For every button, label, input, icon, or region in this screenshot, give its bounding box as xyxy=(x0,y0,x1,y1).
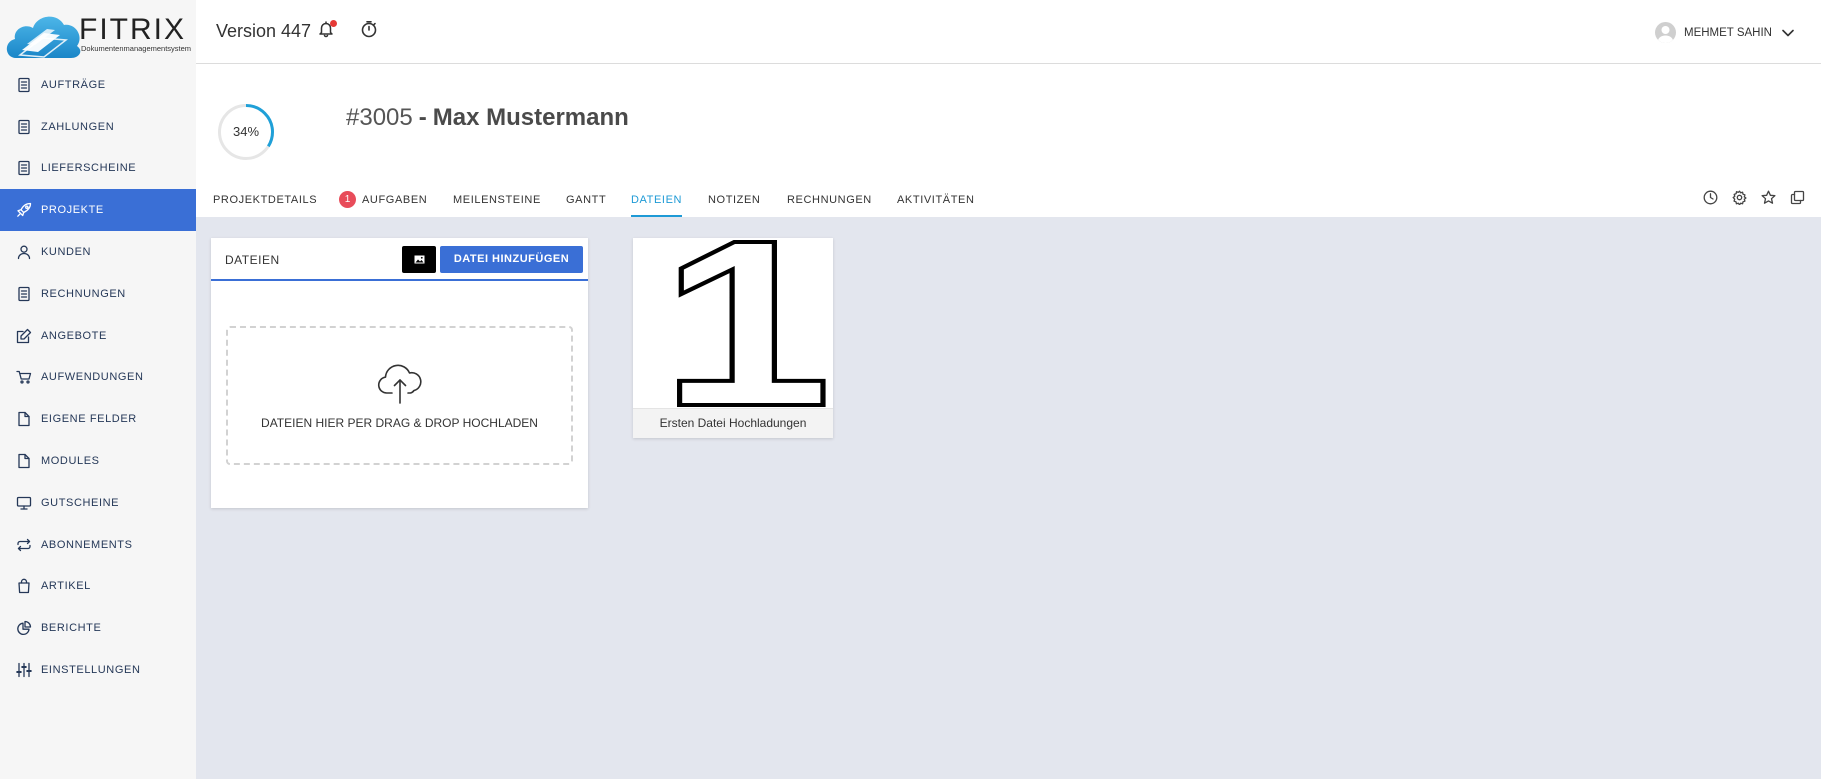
file-caption: Ersten Datei Hochladungen xyxy=(633,408,833,438)
tab-meilensteine[interactable]: MEILENSTEINE xyxy=(453,191,541,217)
sidebar-item-angebote[interactable]: ANGEBOTE xyxy=(0,315,196,357)
avatar xyxy=(1655,22,1676,43)
sidebar-item-label: AUFTRÄGE xyxy=(41,78,106,91)
tab-label: NOTIZEN xyxy=(708,194,761,206)
sidebar-item-label: KUNDEN xyxy=(41,246,92,259)
file-icon xyxy=(16,453,32,469)
user-menu[interactable]: MEHMET SAHIN xyxy=(1655,22,1794,43)
shopping-bag-icon xyxy=(16,578,32,594)
sidebar-item-berichte[interactable]: BERICHTE xyxy=(0,607,196,649)
sliders-icon xyxy=(16,662,32,678)
file-icon xyxy=(16,411,32,427)
logo-tagline: Dokumentenmanagementsystem xyxy=(81,44,191,53)
user-name: MEHMET SAHIN xyxy=(1684,26,1772,39)
page-title: #3005- Max Mustermann xyxy=(346,104,629,132)
sidebar-item-lieferscheine[interactable]: LIEFERSCHEINE xyxy=(0,148,196,190)
monitor-icon xyxy=(16,495,32,511)
dropzone-text: DATEIEN HIER PER DRAG & DROP HOCHLADEN xyxy=(261,416,538,430)
sidebar-item-zahlungen[interactable]: ZAHLUNGEN xyxy=(0,106,196,148)
file-preview-text: 1 xyxy=(660,238,831,408)
sidebar-item-label: EINSTELLUNGEN xyxy=(41,664,141,677)
sidebar-item-abonnements[interactable]: ABONNEMENTS xyxy=(0,524,196,566)
tab-label: MEILENSTEINE xyxy=(453,194,541,206)
document-icon xyxy=(16,160,32,176)
sidebar-item-kunden[interactable]: KUNDEN xyxy=(0,231,196,273)
logo-name: FITRIX xyxy=(79,13,186,46)
sidebar-item-label: RECHNUNGEN xyxy=(41,287,126,300)
file-preview: 1 xyxy=(633,238,833,408)
document-icon xyxy=(16,286,32,302)
progress-label: 34% xyxy=(232,124,260,139)
sidebar-item-artikel[interactable]: ARTIKEL xyxy=(0,566,196,608)
top-bar: Version 447 MEHMET SAHIN xyxy=(196,0,1821,64)
project-name: Max Mustermann xyxy=(432,104,629,131)
tab-notizen[interactable]: NOTIZEN xyxy=(708,191,760,217)
tab-label: AKTIVITÄTEN xyxy=(897,194,975,206)
sidebar-item-eigene-felder[interactable]: EIGENE FELDER xyxy=(0,398,196,440)
title-separator: - xyxy=(418,104,427,131)
sidebar-item-aufwendungen[interactable]: AUFWENDUNGEN xyxy=(0,357,196,399)
tab-label: DATEIEN xyxy=(631,194,683,206)
project-number: #3005 xyxy=(346,104,413,131)
document-icon xyxy=(16,119,32,135)
tab-dateien[interactable]: DATEIEN xyxy=(631,191,683,217)
sidebar-item-label: ARTIKEL xyxy=(41,580,91,593)
notification-dot xyxy=(330,20,337,27)
files-card-title: DATEIEN xyxy=(225,253,280,267)
tab-rechnungen[interactable]: RECHNUNGEN xyxy=(787,191,872,217)
sidebar-item-modules[interactable]: MODULES xyxy=(0,440,196,482)
chevron-down-icon xyxy=(1782,29,1794,36)
cart-icon xyxy=(16,369,32,385)
tab-label: RECHNUNGEN xyxy=(787,194,872,206)
sidebar-item-label: ABONNEMENTS xyxy=(41,538,133,551)
tab-badge: 1 xyxy=(339,191,356,208)
file-tile[interactable]: 1 Ersten Datei Hochladungen xyxy=(633,238,833,438)
sidebar-nav: AUFTRÄGE ZAHLUNGEN LIEFERSCHEINE PROJEKT… xyxy=(0,64,196,691)
sidebar-item-auftraege[interactable]: AUFTRÄGE xyxy=(0,64,196,106)
copy-icon[interactable] xyxy=(1790,190,1805,205)
document-icon xyxy=(16,77,32,93)
files-card: DATEIEN DATEI HINZUFÜGEN DATEIEN HIER PE… xyxy=(211,238,588,508)
sidebar-item-label: PROJEKTE xyxy=(41,204,104,217)
star-icon[interactable] xyxy=(1761,190,1776,205)
tab-aufgaben[interactable]: 1 AUFGABEN xyxy=(339,191,427,217)
stopwatch-icon[interactable] xyxy=(360,20,378,38)
sidebar-item-gutscheine[interactable]: GUTSCHEINE xyxy=(0,482,196,524)
add-file-button[interactable]: DATEI HINZUFÜGEN xyxy=(440,246,583,273)
sidebar-item-label: GUTSCHEINE xyxy=(41,496,120,509)
version-label: Version 447 xyxy=(216,21,312,41)
sidebar-item-label: BERICHTE xyxy=(41,622,102,635)
project-header xyxy=(196,64,1821,217)
clock-icon[interactable] xyxy=(1703,190,1718,205)
sidebar-item-label: MODULES xyxy=(41,455,100,468)
image-icon xyxy=(414,255,424,264)
image-button[interactable] xyxy=(402,246,436,273)
file-dropzone[interactable]: DATEIEN HIER PER DRAG & DROP HOCHLADEN xyxy=(226,326,573,465)
tab-label: GANTT xyxy=(566,194,607,206)
sidebar: FITRIX Dokumentenmanagementsystem AUFTRÄ… xyxy=(0,0,196,779)
user-icon xyxy=(16,244,32,260)
sidebar-item-label: ZAHLUNGEN xyxy=(41,120,115,133)
gear-icon[interactable] xyxy=(1732,190,1747,205)
tab-label: AUFGABEN xyxy=(362,194,428,206)
files-card-header: DATEIEN DATEI HINZUFÜGEN xyxy=(211,238,588,281)
fitrix-logo[interactable]: FITRIX Dokumentenmanagementsystem xyxy=(0,0,196,64)
rocket-icon xyxy=(16,202,32,218)
tab-gantt[interactable]: GANTT xyxy=(566,191,606,217)
cloud-upload-icon xyxy=(377,364,422,404)
tab-aktivitaeten[interactable]: AKTIVITÄTEN xyxy=(897,191,975,217)
sidebar-item-label: EIGENE FELDER xyxy=(41,413,137,426)
sidebar-item-label: ANGEBOTE xyxy=(41,329,107,342)
sidebar-item-einstellungen[interactable]: EINSTELLUNGEN xyxy=(0,649,196,691)
sidebar-item-rechnungen[interactable]: RECHNUNGEN xyxy=(0,273,196,315)
sidebar-item-projekte[interactable]: PROJEKTE xyxy=(0,189,196,232)
sidebar-item-label: LIEFERSCHEINE xyxy=(41,162,137,175)
user-silhouette-icon xyxy=(1657,26,1674,43)
tab-projektdetails[interactable]: PROJEKTDETAILS xyxy=(213,191,317,217)
repeat-icon xyxy=(16,537,32,553)
edit-icon xyxy=(16,328,32,344)
sidebar-item-label: AUFWENDUNGEN xyxy=(41,371,144,384)
tab-label: PROJEKTDETAILS xyxy=(213,194,318,206)
pie-chart-icon xyxy=(16,620,32,636)
